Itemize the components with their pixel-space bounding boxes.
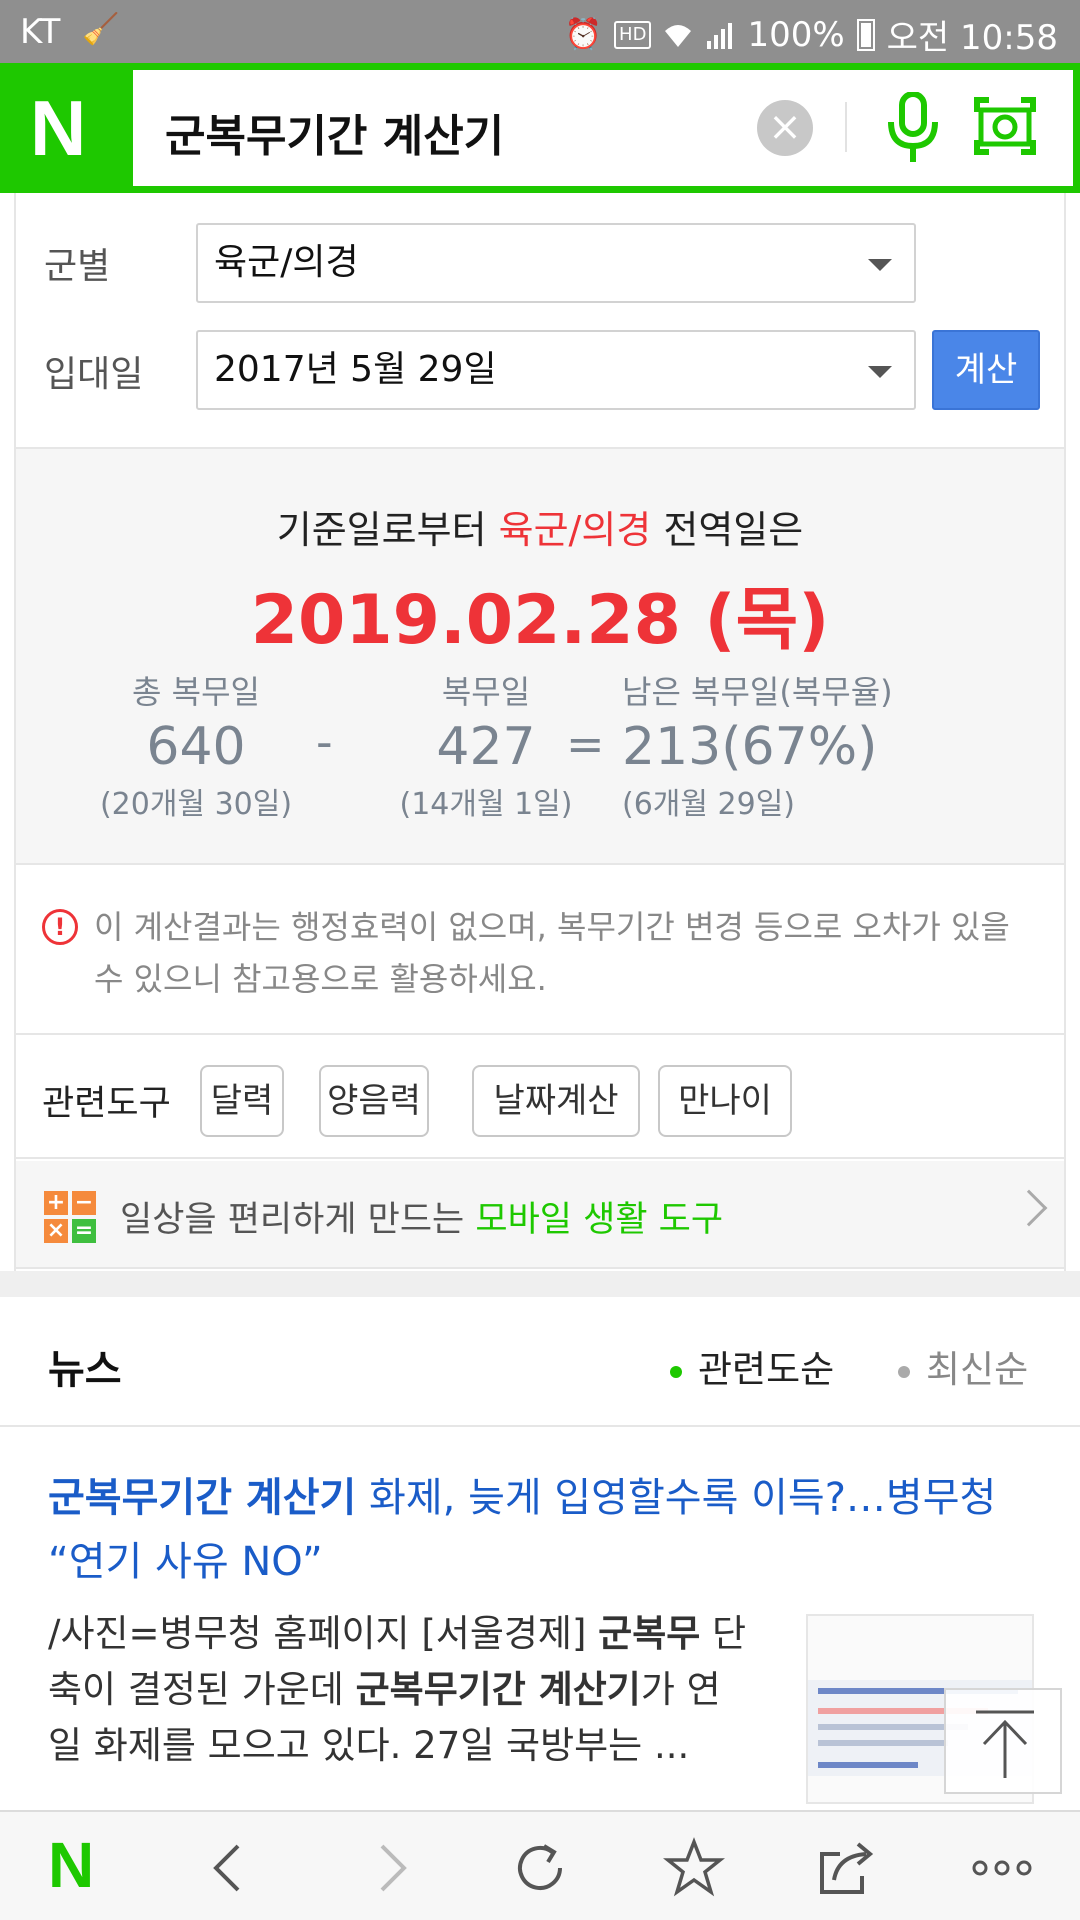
branch-value: 육군/의경 [214, 242, 359, 283]
dropdown-arrow-icon [868, 259, 892, 271]
total-days-value: 640 [146, 717, 246, 777]
clock: 오전 10:58 [886, 18, 1058, 58]
remaining-days-sub: (6개월 29일) [622, 787, 796, 822]
enlist-date-label: 입대일 [44, 354, 144, 395]
hd-icon: HD [614, 20, 652, 49]
bookmark-star-icon[interactable] [662, 1836, 726, 1900]
enlist-date-value: 2017년 5월 29일 [214, 349, 497, 390]
mobile-tools-link-text[interactable]: 모바일 생활 도구 [475, 1200, 723, 1240]
disclaimer-text: 이 계산결과는 행정효력이 없으며, 복무기간 변경 등으로 오차가 있을 수 … [94, 908, 1010, 998]
snippet-keyword: 군복무 [598, 1612, 701, 1655]
alarm-icon: ⏰ [564, 17, 603, 52]
section-divider [0, 1271, 1080, 1297]
service-period-calculator: 군별 육군/의경 입대일 2017년 5월 29일 계산 기준일로부터 육군/의… [14, 193, 1066, 1271]
news-title: 뉴스 [48, 1347, 122, 1393]
sort-relevance[interactable]: 관련도순 [670, 1339, 834, 1393]
status-bar: KT 🧹 ⏰ HD 100% 오전 10:58 [0, 0, 1080, 63]
clear-icon[interactable]: × [757, 100, 813, 156]
naver-logo-icon[interactable]: N [30, 89, 100, 167]
total-days-sub: (20개월 30일) [99, 787, 293, 822]
total-days-label: 총 복무일 [132, 673, 260, 711]
branch-select[interactable]: 육군/의경 [196, 223, 916, 303]
mobile-tools-link[interactable]: + − × = 일상을 편리하게 만드는 모바일 생활 도구 [16, 1161, 1064, 1269]
search-box[interactable]: 군복무기간 계산기 × [133, 70, 1073, 186]
sort-latest[interactable]: 최신순 [898, 1339, 1028, 1393]
forward-icon[interactable] [358, 1836, 422, 1900]
news-headline[interactable]: 군복무기간 계산기 화제, 늦게 입영할수록 이득?…병무청 “연기 사유 NO… [48, 1466, 1038, 1594]
remaining-days-column: 남은 복무일(복무율) 213(67%) (6개월 29일) [622, 667, 932, 823]
active-dot-icon [670, 1365, 682, 1378]
search-header: N 군복무기간 계산기 × [0, 63, 1080, 193]
result-panel: 기준일로부터 육군/의경 전역일은 2019.02.28 (목) 총 복무일 6… [16, 447, 1064, 865]
result-branch: 육군/의경 [498, 508, 652, 552]
equals-sign: = [566, 717, 605, 771]
battery-percent: 100% [747, 14, 845, 55]
more-icon[interactable] [970, 1836, 1034, 1900]
disclaimer-notice: ! 이 계산결과는 행정효력이 없으며, 복무기간 변경 등으로 오차가 있을 … [16, 867, 1064, 1035]
signal-icon [707, 22, 733, 49]
total-days-column: 총 복무일 640 (20개월 30일) [76, 667, 316, 823]
thumbnail-line [818, 1762, 918, 1768]
naver-home-icon[interactable]: N [48, 1830, 94, 1900]
minus-sign: - [316, 715, 333, 769]
microphone-icon[interactable] [885, 92, 941, 164]
served-days-label: 복무일 [441, 673, 531, 711]
remaining-days-label: 남은 복무일(복무율) [622, 673, 893, 711]
divider [845, 102, 847, 152]
arrow-up-icon [976, 1710, 1034, 1778]
news-snippet: /사진=병무청 홈페이지 [서울경제] 군복무 단축이 결정된 가운데 군복무기… [48, 1606, 748, 1774]
chevron-right-icon [1010, 1189, 1048, 1227]
sort-latest-label: 최신순 [926, 1348, 1029, 1391]
cleaner-icon: 🧹 [82, 12, 120, 47]
carrier-name: KT [20, 12, 61, 52]
related-tools-label: 관련도구 [42, 1084, 171, 1124]
branch-label: 군별 [44, 246, 111, 287]
remaining-days-value: 213(67%) [622, 717, 878, 777]
served-days-sub: (14개월 1일) [399, 787, 573, 822]
camera-search-icon[interactable] [973, 96, 1037, 156]
mobile-tools-text: 일상을 편리하게 만드는 모바일 생활 도구 [120, 1191, 723, 1242]
tool-calendar-button[interactable]: 달력 [200, 1065, 284, 1137]
thumbnail-line [818, 1740, 948, 1746]
inactive-dot-icon [898, 1365, 910, 1378]
calculate-button[interactable]: 계산 [932, 330, 1040, 410]
discharge-date: 2019.02.28 (목) [250, 581, 830, 660]
sort-relevance-label: 관련도순 [698, 1348, 835, 1391]
result-suffix: 전역일은 [663, 508, 804, 552]
wifi-icon [665, 24, 692, 47]
scroll-to-top-button[interactable] [944, 1688, 1062, 1794]
result-prefix: 기준일로부터 [276, 508, 487, 552]
news-headline-keyword: 군복무기간 계산기 [48, 1475, 357, 1521]
news-article[interactable]: 군복무기간 계산기 화제, 늦게 입영할수록 이득?…병무청 “연기 사유 NO… [0, 1428, 1080, 1808]
browser-toolbar: N [0, 1810, 1080, 1920]
refresh-icon[interactable] [508, 1836, 572, 1900]
share-icon[interactable] [814, 1836, 878, 1900]
snippet-part: /사진=병무청 홈페이지 [서울경제] [48, 1612, 599, 1655]
warning-icon: ! [42, 909, 78, 945]
mobile-tools-prefix: 일상을 편리하게 만드는 [120, 1200, 465, 1240]
result-headline: 기준일로부터 육군/의경 전역일은 [16, 499, 1064, 554]
status-icons: ⏰ HD 100% 오전 10:58 [565, 10, 1058, 59]
tool-lunar-calendar-button[interactable]: 양음력 [319, 1065, 429, 1137]
battery-icon [856, 18, 875, 51]
back-icon[interactable] [198, 1836, 262, 1900]
related-tools: 관련도구 달력 양음력 날짜계산 만나이 [16, 1035, 1064, 1159]
news-header: 뉴스 관련도순 최신순 [0, 1297, 1080, 1427]
dropdown-arrow-icon [868, 366, 892, 378]
tool-age-calculator-button[interactable]: 만나이 [658, 1065, 792, 1137]
calculator-tools-icon: + − × = [44, 1191, 96, 1243]
enlist-date-select[interactable]: 2017년 5월 29일 [196, 330, 916, 410]
tool-date-calculator-button[interactable]: 날짜계산 [472, 1065, 640, 1137]
snippet-keyword: 군복무기간 계산기 [355, 1668, 641, 1711]
search-query[interactable]: 군복무기간 계산기 [165, 100, 504, 164]
